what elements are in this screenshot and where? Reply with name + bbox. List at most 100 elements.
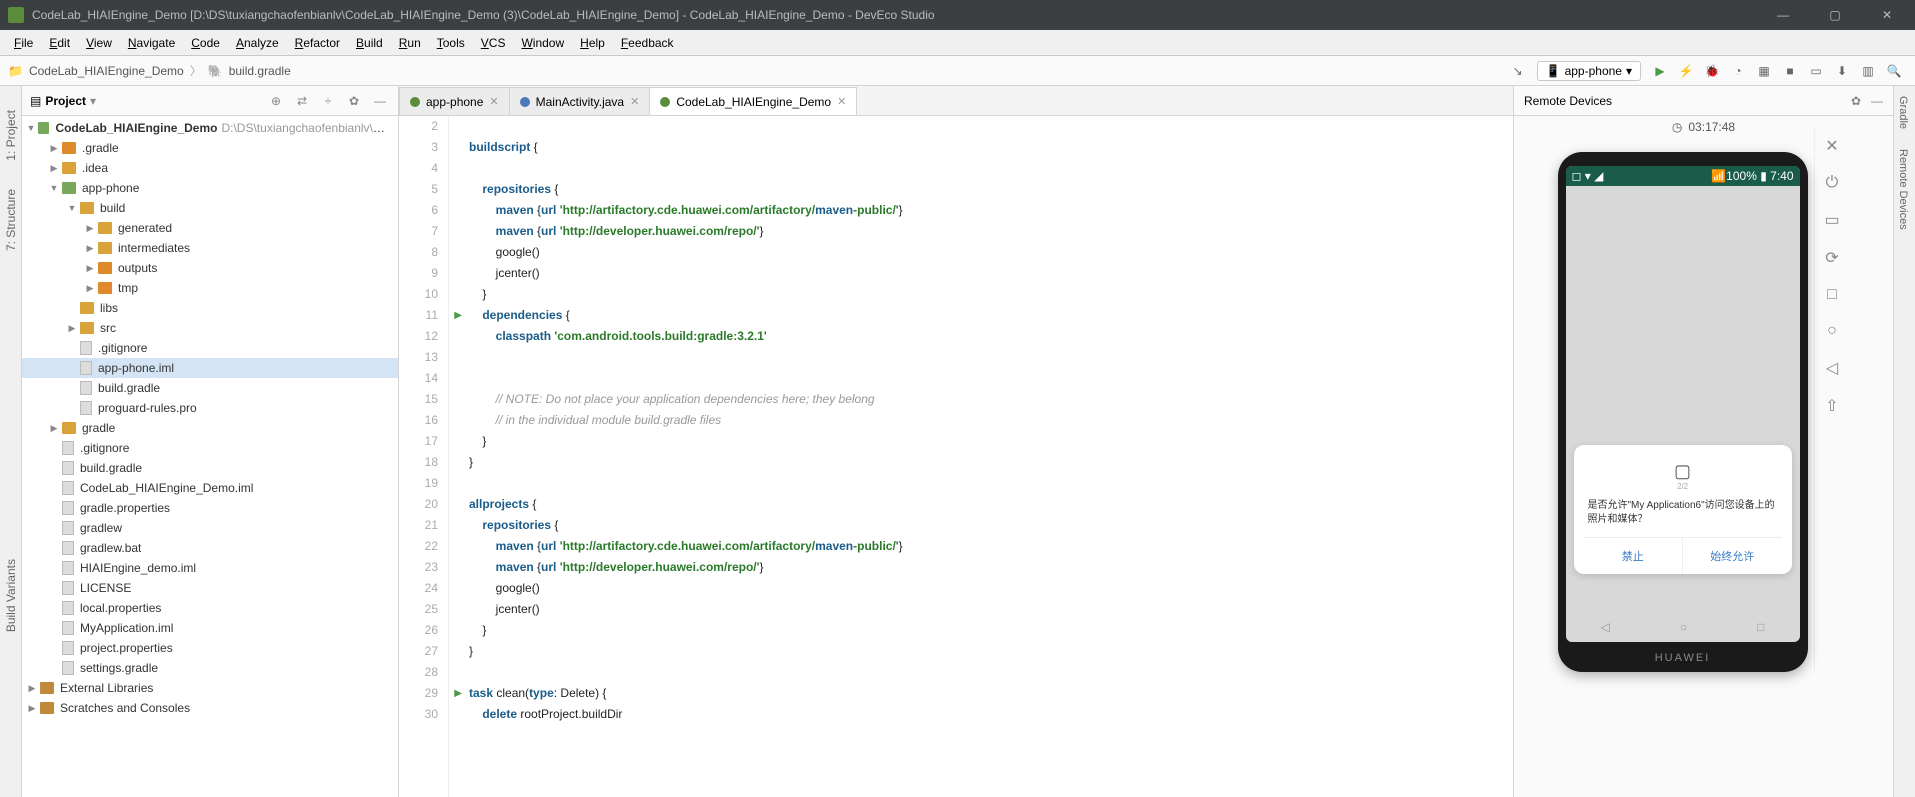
tree-node[interactable]: build.gradle: [22, 458, 398, 478]
tree-node[interactable]: build.gradle: [22, 378, 398, 398]
breadcrumb[interactable]: 📁CodeLab_HIAIEngine_Demo 〉 🐘build.gradle: [8, 62, 291, 79]
tree-node[interactable]: ▼app-phone: [22, 178, 398, 198]
sdk-icon[interactable]: ⬇: [1829, 58, 1855, 84]
stop-button[interactable]: ■: [1777, 58, 1803, 84]
maximize-button[interactable]: ▢: [1815, 0, 1855, 30]
home-icon[interactable]: □: [1827, 286, 1837, 304]
menu-tools[interactable]: Tools: [431, 33, 471, 53]
tree-node[interactable]: .gitignore: [22, 338, 398, 358]
editor-tab[interactable]: CodeLab_HIAIEngine_Demo✕: [649, 87, 857, 115]
menu-feedback[interactable]: Feedback: [615, 33, 680, 53]
editor-tab[interactable]: app-phone✕: [399, 87, 510, 115]
menu-help[interactable]: Help: [574, 33, 611, 53]
tree-node[interactable]: gradlew: [22, 518, 398, 538]
menu-file[interactable]: File: [8, 33, 39, 53]
close-tab-icon[interactable]: ✕: [837, 95, 846, 108]
close-device-icon[interactable]: ✕: [1825, 136, 1838, 156]
project-view-title[interactable]: Project: [45, 94, 86, 108]
panel-hide-icon[interactable]: —: [1871, 94, 1883, 108]
debug-button[interactable]: 🐞: [1699, 58, 1725, 84]
tree-node[interactable]: local.properties: [22, 598, 398, 618]
tree-node[interactable]: CodeLab_HIAIEngine_Demo.iml: [22, 478, 398, 498]
device-brand: HUAWEI: [1558, 652, 1808, 664]
circle-icon[interactable]: ○: [1827, 322, 1837, 340]
tree-node[interactable]: ▶generated: [22, 218, 398, 238]
expand-icon[interactable]: ⇄: [292, 94, 312, 108]
tree-node[interactable]: gradlew.bat: [22, 538, 398, 558]
menu-analyze[interactable]: Analyze: [230, 33, 285, 53]
avd-icon[interactable]: ▭: [1803, 58, 1829, 84]
menu-vcs[interactable]: VCS: [475, 33, 512, 53]
attach-icon[interactable]: ▦: [1751, 58, 1777, 84]
editor-tab[interactable]: MainActivity.java✕: [509, 87, 651, 115]
select-opened-icon[interactable]: ⊕: [266, 94, 286, 108]
apply-icon[interactable]: ⚡: [1673, 58, 1699, 84]
tree-node[interactable]: HIAIEngine_demo.iml: [22, 558, 398, 578]
menu-window[interactable]: Window: [515, 33, 570, 53]
tree-node[interactable]: MyApplication.iml: [22, 618, 398, 638]
power-icon[interactable]: ⏻: [1826, 174, 1839, 192]
deny-button[interactable]: 禁止: [1584, 538, 1684, 574]
close-tab-icon[interactable]: ✕: [630, 95, 639, 108]
run-button[interactable]: ▶: [1647, 58, 1673, 84]
allow-button[interactable]: 始终允许: [1683, 538, 1782, 574]
breadcrumb-root[interactable]: CodeLab_HIAIEngine_Demo: [29, 64, 184, 78]
code-content[interactable]: buildscript { repositories { maven {url …: [449, 116, 1513, 797]
device-nav-bar[interactable]: ◁○□: [1566, 612, 1800, 642]
settings-icon[interactable]: ✿: [344, 94, 364, 108]
close-button[interactable]: ✕: [1867, 0, 1907, 30]
device-selector[interactable]: 📱app-phone▾: [1537, 61, 1641, 81]
tree-node[interactable]: proguard-rules.pro: [22, 398, 398, 418]
tab-build-variants[interactable]: Build Variants: [4, 555, 18, 636]
back-icon[interactable]: ◁: [1826, 358, 1838, 378]
permission-dialog: ▢ 2/2 是否允许"My Application6"访问您设备上的照片和媒体？…: [1574, 445, 1792, 574]
folder-icon: ▢: [1584, 461, 1782, 482]
tree-node[interactable]: project.properties: [22, 638, 398, 658]
tree-node[interactable]: .gitignore: [22, 438, 398, 458]
upload-icon[interactable]: ⇧: [1825, 396, 1838, 416]
minimize-button[interactable]: —: [1763, 0, 1803, 30]
breadcrumb-file[interactable]: build.gradle: [229, 64, 291, 78]
tab-gradle[interactable]: Gradle: [1894, 86, 1912, 139]
collapse-icon[interactable]: ÷: [318, 94, 338, 108]
tree-node[interactable]: libs: [22, 298, 398, 318]
menu-run[interactable]: Run: [393, 33, 427, 53]
tree-node[interactable]: ▶intermediates: [22, 238, 398, 258]
tree-node[interactable]: gradle.properties: [22, 498, 398, 518]
line-gutter[interactable]: 2345678910▶11121314151617181920212223242…: [399, 116, 449, 797]
hide-icon[interactable]: —: [370, 94, 390, 108]
tree-node[interactable]: ▶outputs: [22, 258, 398, 278]
profile-icon[interactable]: ◔: [1725, 58, 1751, 84]
tree-node[interactable]: settings.gradle: [22, 658, 398, 678]
menu-bar: FileEditViewNavigateCodeAnalyzeRefactorB…: [0, 30, 1915, 56]
tree-node[interactable]: ▶src: [22, 318, 398, 338]
tree-scratches[interactable]: ▶Scratches and Consoles: [22, 698, 398, 718]
search-icon[interactable]: 🔍: [1881, 58, 1907, 84]
tree-ext_libs[interactable]: ▶External Libraries: [22, 678, 398, 698]
tree-node[interactable]: ▶gradle: [22, 418, 398, 438]
tab-remote-devices[interactable]: Remote Devices: [1894, 139, 1912, 240]
panel-settings-icon[interactable]: ✿: [1851, 94, 1861, 108]
tree-node[interactable]: ▶.idea: [22, 158, 398, 178]
volume-icon[interactable]: ▭: [1824, 210, 1839, 230]
tree-root[interactable]: ▼CodeLab_HIAIEngine_DemoD:\DS\tuxiangcha…: [22, 118, 398, 138]
tab-structure[interactable]: 7: Structure: [4, 185, 18, 255]
menu-edit[interactable]: Edit: [43, 33, 76, 53]
tree-node[interactable]: ▶tmp: [22, 278, 398, 298]
close-tab-icon[interactable]: ✕: [489, 95, 498, 108]
tree-node[interactable]: ▶.gradle: [22, 138, 398, 158]
tab-project[interactable]: 1: Project: [4, 106, 18, 165]
project-tree[interactable]: ▼CodeLab_HIAIEngine_DemoD:\DS\tuxiangcha…: [22, 116, 398, 797]
menu-navigate[interactable]: Navigate: [122, 33, 181, 53]
tree-node[interactable]: ▼build: [22, 198, 398, 218]
tree-node[interactable]: app-phone.iml: [22, 358, 398, 378]
tree-node[interactable]: LICENSE: [22, 578, 398, 598]
structure-icon[interactable]: ▥: [1855, 58, 1881, 84]
menu-code[interactable]: Code: [185, 33, 226, 53]
menu-refactor[interactable]: Refactor: [289, 33, 346, 53]
nav-bar: 📁CodeLab_HIAIEngine_Demo 〉 🐘build.gradle…: [0, 56, 1915, 86]
sync-icon[interactable]: ↘: [1505, 58, 1531, 84]
rotate-icon[interactable]: ⟳: [1825, 248, 1838, 268]
menu-build[interactable]: Build: [350, 33, 389, 53]
menu-view[interactable]: View: [80, 33, 118, 53]
